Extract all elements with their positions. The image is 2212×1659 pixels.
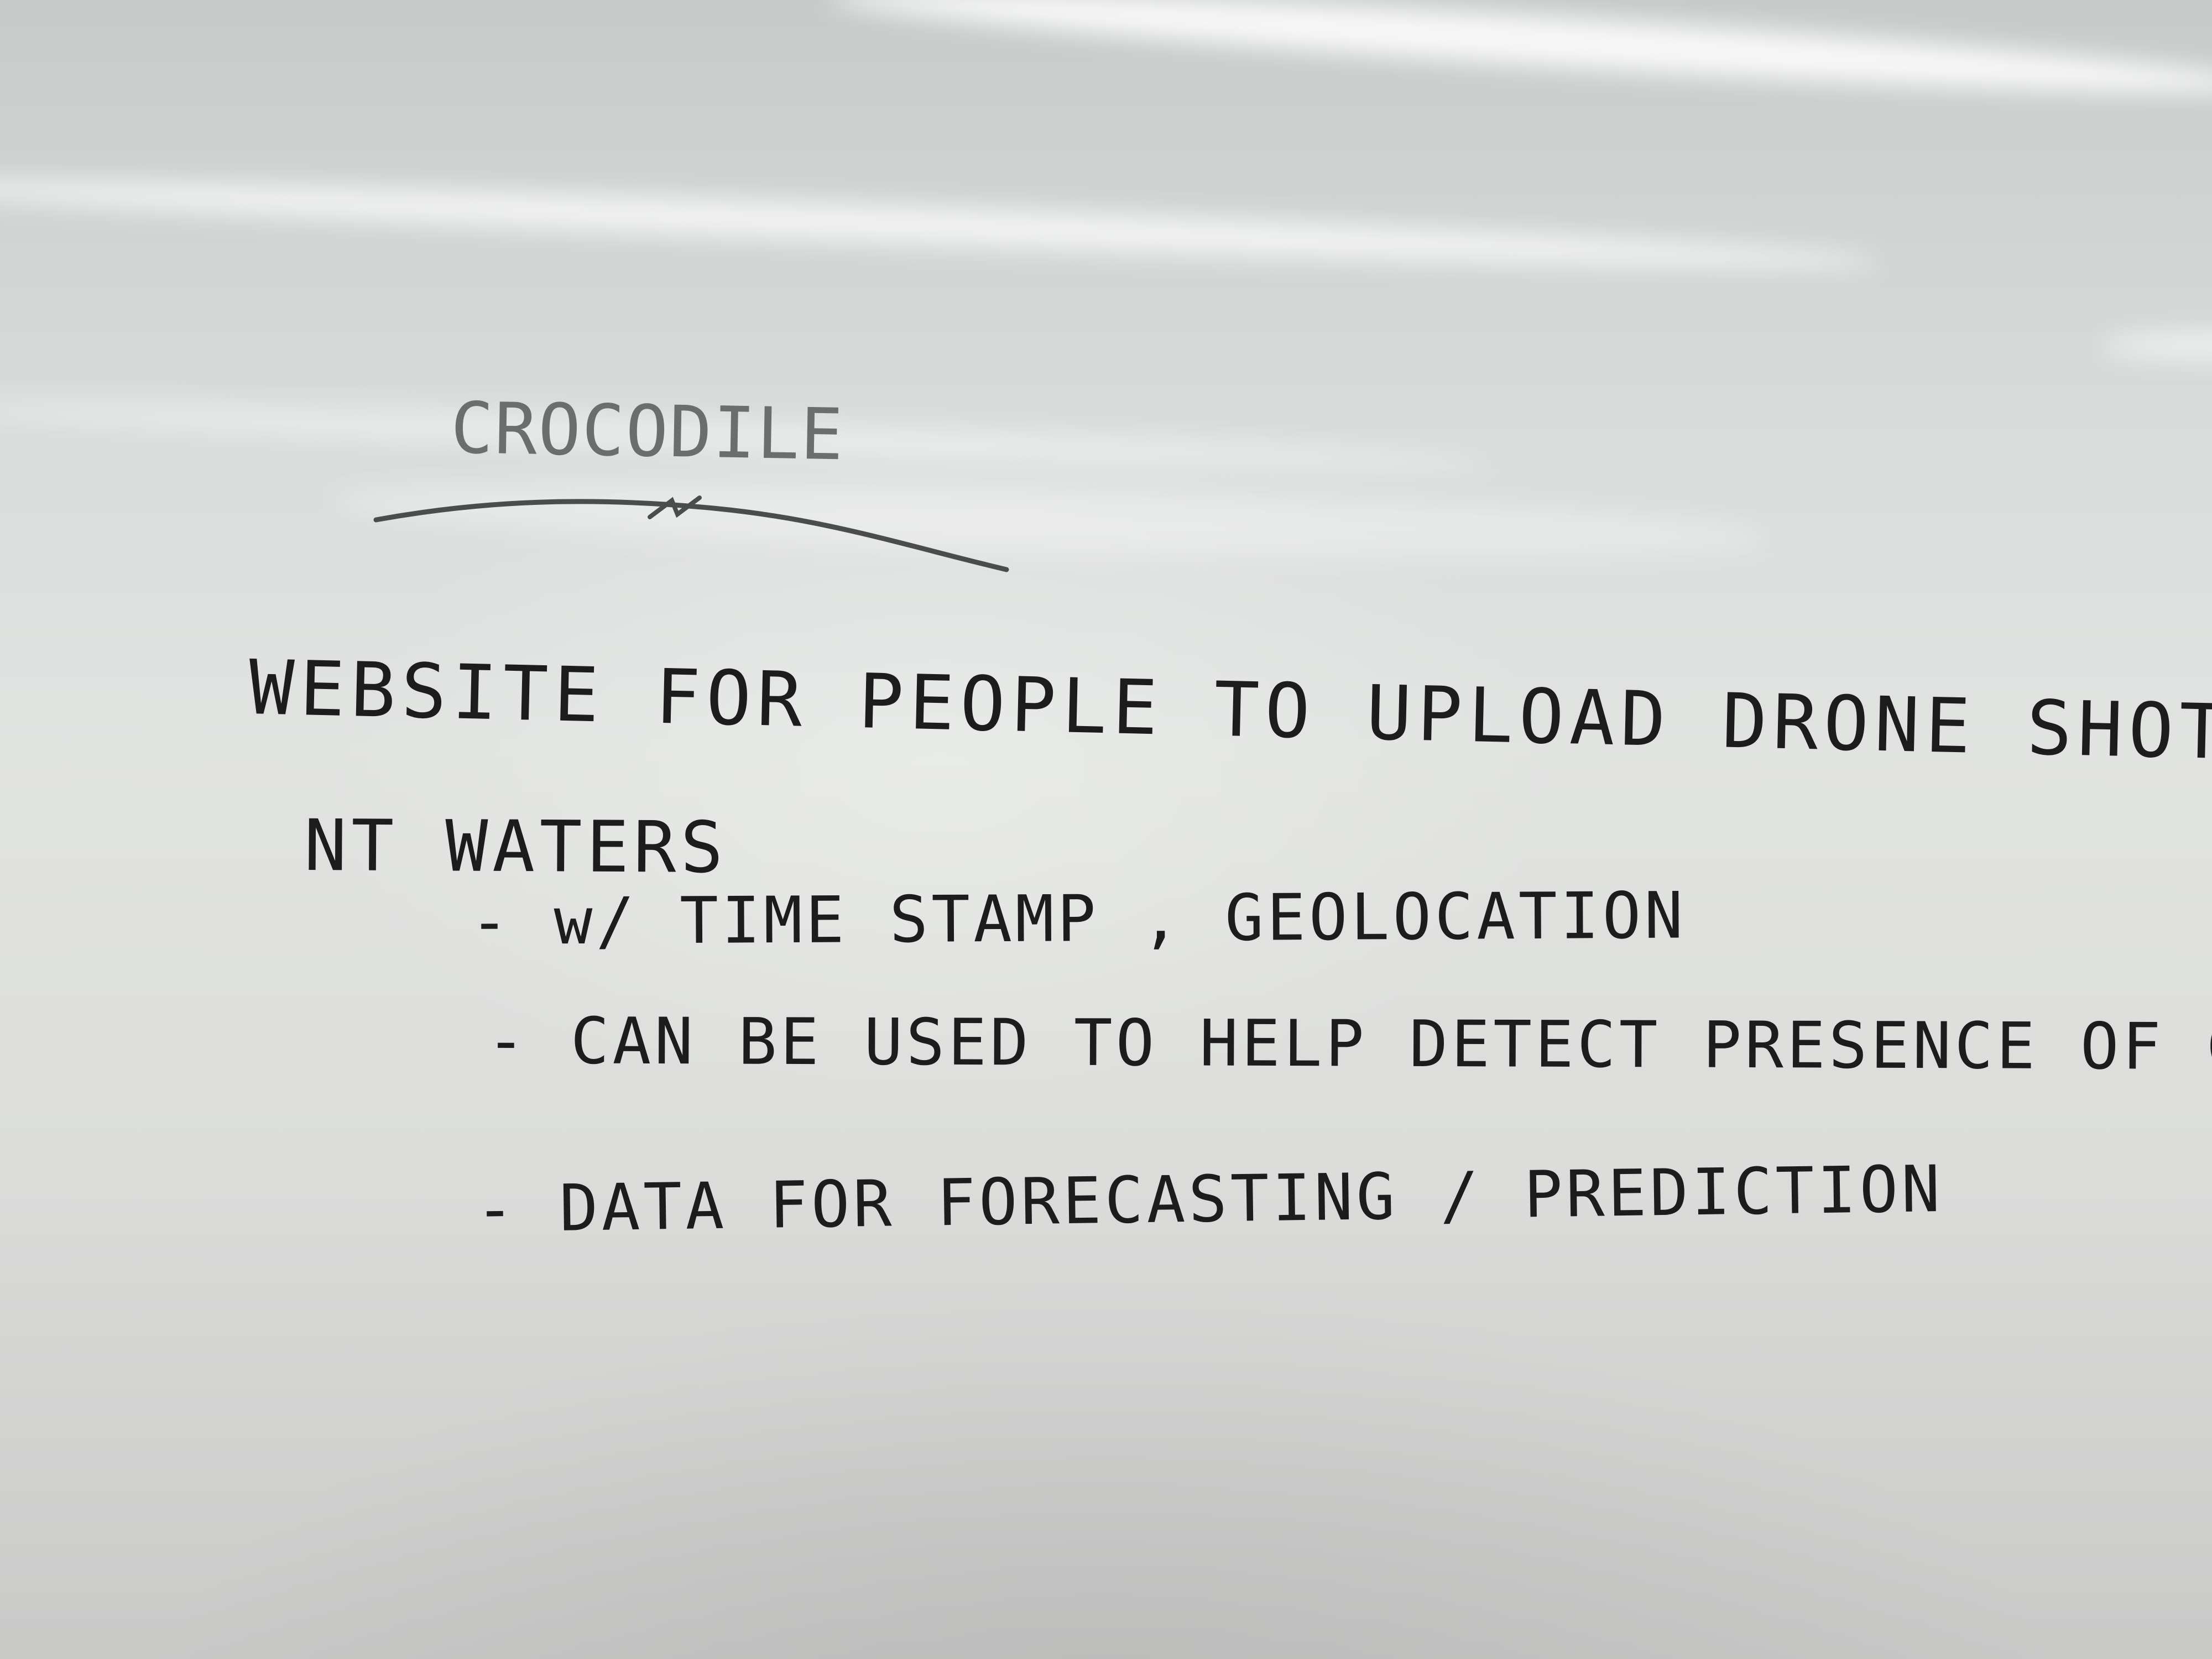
whiteboard: CROCODILE WEBSITE FOR PEOPLE TO UPLOAD D…	[0, 0, 2212, 1659]
main-text-line: NT WATERS	[304, 805, 728, 890]
bullet-point: - w/ TIME STAMP , GEOLOCATION	[469, 878, 1687, 959]
bullet-point: - CAN BE USED TO HELP DETECT PRESENCE OF…	[486, 1004, 2212, 1086]
